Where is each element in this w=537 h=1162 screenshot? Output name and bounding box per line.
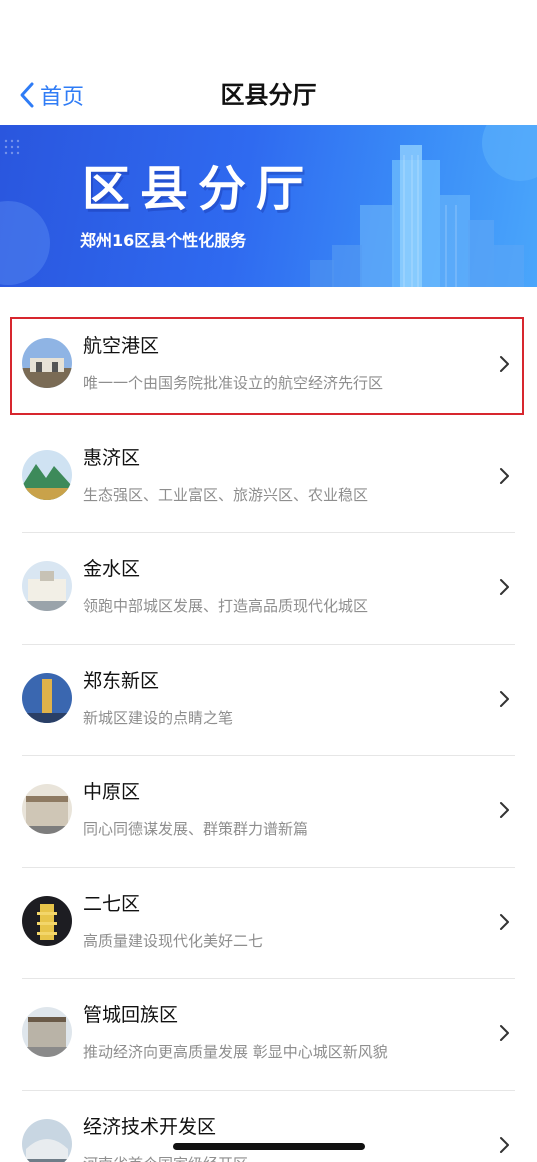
- chevron-right-icon: [500, 1025, 509, 1041]
- chevron-right-icon: [500, 1136, 509, 1153]
- item-description: 高质量建设现代化美好二七: [83, 931, 264, 950]
- page-title: 区县分厅: [220, 81, 317, 109]
- tower-photo-icon: [22, 672, 72, 723]
- list-item-huiji[interactable]: 惠济区 生态强区、工业富区、旅游兴区、农业稳区: [0, 422, 537, 533]
- item-description: 领跑中部城区发展、打造高品质现代化城区: [83, 597, 369, 615]
- banner-subtitle: 郑州16区县个性化服务: [80, 231, 247, 250]
- item-name: 惠济区: [83, 446, 141, 469]
- list-item-zhongyuan[interactable]: 中原区 同心同德谋发展、群策群力谱新篇: [0, 756, 537, 868]
- list-item-hangkonggang[interactable]: 航空港区 唯一一个由国务院批准设立的航空经济先行区: [0, 310, 537, 422]
- item-description: 唯一一个由国务院批准设立的航空经济先行区: [83, 374, 384, 392]
- chevron-right-icon: [500, 690, 509, 707]
- list-item-jingkai[interactable]: 经济技术开发区 河南省首个国家级经开区: [0, 1091, 537, 1162]
- banner: 区县分厅 郑州16区县个性化服务: [0, 125, 537, 287]
- item-name: 中原区: [83, 781, 141, 803]
- chevron-right-icon: [500, 467, 509, 484]
- item-name: 郑东新区: [83, 669, 160, 692]
- home-indicator[interactable]: [173, 1143, 365, 1150]
- museum-photo-icon: [22, 1007, 72, 1057]
- item-description: 推动经济向更高质量发展 彰显中心城区新风貌: [83, 1043, 388, 1061]
- chevron-right-icon: [500, 913, 509, 930]
- item-name: 经济技术开发区: [83, 1115, 217, 1138]
- item-description: 生态强区、工业富区、旅游兴区、农业稳区: [83, 485, 369, 504]
- building-photo-icon: [22, 561, 72, 611]
- item-name: 管城回族区: [83, 1004, 179, 1026]
- banner-title: 区县分厅: [82, 161, 315, 217]
- district-list: 航空港区 唯一一个由国务院批准设立的航空经济先行区 惠济区 生态强区、工业富区、…: [0, 310, 537, 1162]
- station-photo-icon: [22, 1118, 72, 1162]
- list-item-jinshui[interactable]: 金水区 领跑中部城区发展、打造高品质现代化城区: [0, 533, 537, 645]
- airport-gate-photo-icon: [22, 338, 72, 388]
- list-item-erqi[interactable]: 二七区 高质量建设现代化美好二七: [0, 868, 537, 979]
- hall-photo-icon: [22, 784, 72, 834]
- list-item-guancheng[interactable]: 管城回族区 推动经济向更高质量发展 彰显中心城区新风貌: [0, 979, 537, 1091]
- chevron-right-icon: [500, 356, 509, 372]
- item-description: 河南省首个国家级经开区: [83, 1153, 248, 1162]
- navigation-bar: 首页 区县分厅: [0, 0, 537, 125]
- list-item-zhengdong[interactable]: 郑东新区 新城区建设的点睛之笔: [0, 645, 537, 756]
- pagoda-photo-icon: [22, 895, 72, 946]
- item-name: 航空港区: [83, 335, 160, 357]
- item-name: 二七区: [83, 892, 141, 915]
- item-name: 金水区: [83, 558, 141, 580]
- mountain-photo-icon: [22, 449, 72, 500]
- chevron-right-icon: [500, 579, 509, 595]
- chevron-right-icon: [500, 802, 509, 818]
- item-description: 同心同德谋发展、群策群力谱新篇: [83, 820, 309, 838]
- item-description: 新城区建设的点睛之笔: [83, 708, 234, 727]
